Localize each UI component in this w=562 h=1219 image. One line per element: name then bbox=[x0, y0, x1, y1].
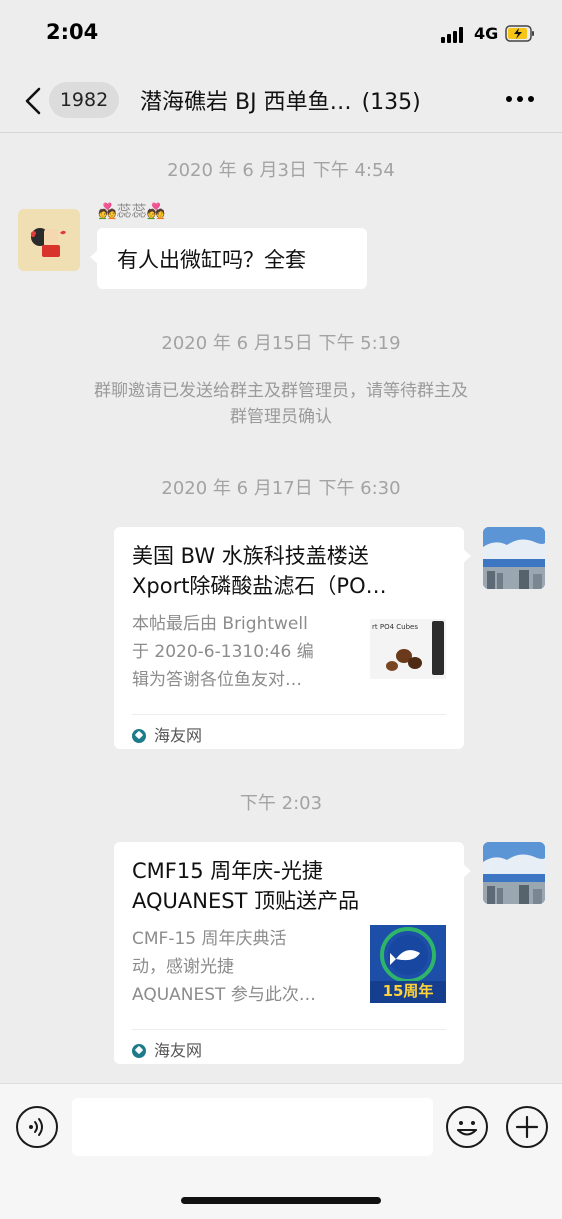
card-desc-line: 动，感谢光捷 bbox=[132, 957, 234, 977]
card-title: 美国 BW 水族科技盖楼送 Xport除磷酸盐滤石（PO… bbox=[132, 541, 448, 601]
chat-header: 1982 潜海礁岩 BJ 西单鱼… (135) bbox=[0, 70, 562, 132]
card-source-name: 海友网 bbox=[154, 726, 203, 745]
source-logo-icon bbox=[132, 1044, 146, 1058]
battery-icon bbox=[505, 25, 534, 42]
card-divider bbox=[132, 714, 446, 715]
card-source-name: 海友网 bbox=[154, 1041, 203, 1060]
link-card[interactable]: CMF15 周年庆-光捷 AQUANEST 顶贴送产品 CMF-15 周年庆典活… bbox=[114, 842, 471, 1064]
card-thumbnail: 15周年 bbox=[370, 925, 446, 1003]
emoji-icon[interactable] bbox=[446, 1106, 488, 1148]
card-desc-line: 本帖最后由 Brightwell bbox=[132, 614, 308, 634]
network-type: 4G bbox=[474, 24, 499, 43]
card-desc-line: 辑为答谢各位鱼友对… bbox=[132, 670, 302, 690]
card-description: 本帖最后由 Brightwell 于 2020-6-1310:46 编 辑为答谢… bbox=[132, 610, 344, 694]
card-divider bbox=[132, 1029, 446, 1030]
card-desc-line: CMF-15 周年庆典活 bbox=[132, 929, 287, 949]
message-bubble[interactable]: 有人出微缸吗？全套 bbox=[90, 228, 367, 289]
card-source: 海友网 bbox=[132, 1037, 202, 1061]
system-message: 群聊邀请已发送给群主及群管理员，请等待群主及 群管理员确认 bbox=[40, 378, 522, 430]
unread-count-badge[interactable]: 1982 bbox=[49, 82, 119, 118]
system-message-line: 群聊邀请已发送给群主及群管理员，请等待群主及 bbox=[94, 381, 468, 401]
signal-icon bbox=[441, 27, 467, 43]
card-title-line: AQUANEST 顶贴送产品 bbox=[132, 889, 360, 913]
group-name: 潜海礁岩 BJ 西单鱼… bbox=[140, 90, 352, 115]
status-bar: 2:04 4G bbox=[0, 0, 562, 70]
chevron-left-icon[interactable] bbox=[22, 86, 46, 116]
thumbnail-caption: 15周年 bbox=[382, 982, 434, 1000]
more-dots-icon[interactable] bbox=[504, 96, 536, 104]
card-description: CMF-15 周年庆典活 动，感谢光捷 AQUANEST 参与此次… bbox=[132, 925, 344, 1009]
timestamp: 下午 2:03 bbox=[239, 793, 323, 814]
header-divider bbox=[0, 132, 562, 133]
source-logo-icon bbox=[132, 729, 146, 743]
my-avatar[interactable] bbox=[483, 527, 545, 589]
member-count: (135) bbox=[361, 90, 421, 115]
avatar[interactable] bbox=[18, 209, 80, 271]
card-source: 海友网 bbox=[132, 722, 202, 746]
timestamp: 2020 年 6 月15日 下午 5:19 bbox=[161, 333, 401, 354]
link-card[interactable]: 美国 BW 水族科技盖楼送 Xport除磷酸盐滤石（PO… 本帖最后由 Brig… bbox=[114, 527, 471, 749]
card-thumbnail: rt PO4 Cubes bbox=[370, 619, 446, 679]
thumbnail-caption: rt PO4 Cubes bbox=[372, 623, 418, 631]
card-title: CMF15 周年庆-光捷 AQUANEST 顶贴送产品 bbox=[132, 856, 448, 916]
plus-icon[interactable] bbox=[506, 1106, 548, 1148]
system-message-line: 群管理员确认 bbox=[230, 407, 332, 427]
voice-icon[interactable] bbox=[16, 1106, 58, 1148]
card-desc-line: 于 2020-6-1310:46 编 bbox=[132, 642, 314, 662]
chat-title: 潜海礁岩 BJ 西单鱼… (135) bbox=[140, 84, 470, 116]
my-avatar[interactable] bbox=[483, 842, 545, 904]
card-title-line: Xport除磷酸盐滤石（PO… bbox=[132, 574, 387, 598]
card-desc-line: AQUANEST 参与此次… bbox=[132, 985, 316, 1005]
card-title-line: 美国 BW 水族科技盖楼送 bbox=[132, 544, 369, 568]
message-text: 有人出微缸吗？全套 bbox=[117, 248, 306, 272]
sender-name: 💑蕊蕊💑 bbox=[98, 202, 166, 220]
message-input[interactable] bbox=[72, 1098, 433, 1156]
home-indicator[interactable] bbox=[181, 1197, 381, 1204]
card-title-line: CMF15 周年庆-光捷 bbox=[132, 859, 323, 883]
timestamp: 2020 年 6 月17日 下午 6:30 bbox=[161, 478, 401, 499]
timestamp: 2020 年 6 月3日 下午 4:54 bbox=[167, 160, 395, 181]
status-time: 2:04 bbox=[46, 20, 99, 44]
